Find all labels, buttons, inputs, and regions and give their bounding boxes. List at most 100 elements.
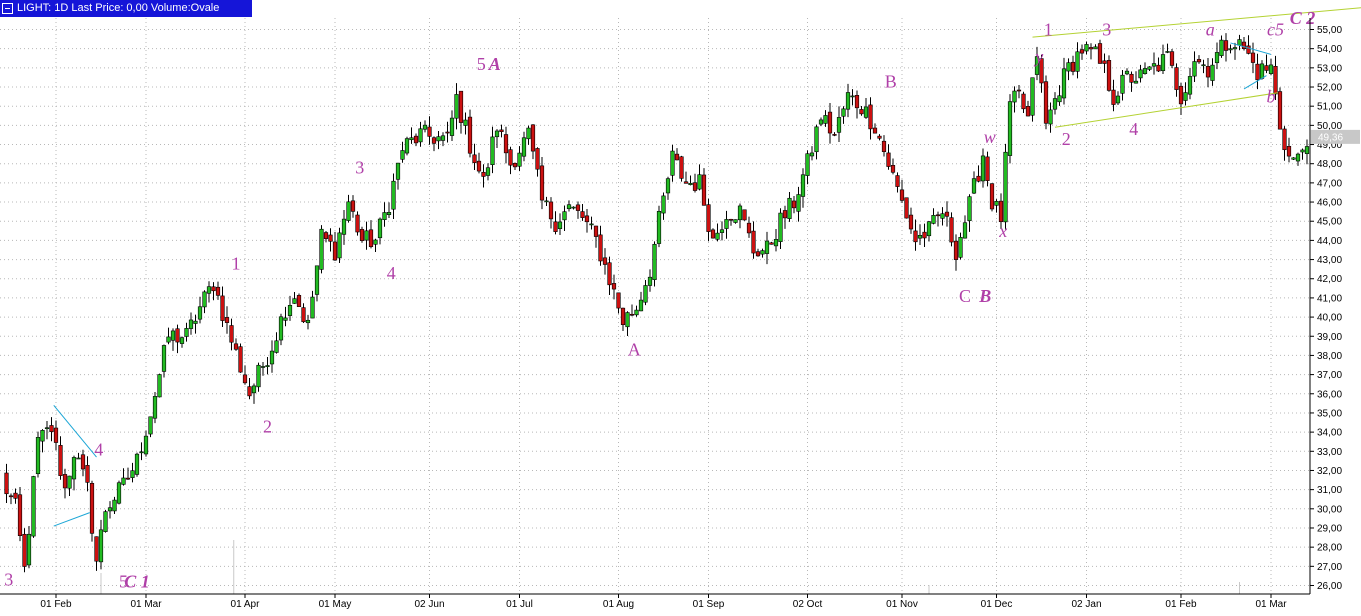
candle-body <box>36 437 40 473</box>
candle <box>1251 43 1255 73</box>
candle <box>59 436 63 480</box>
candle <box>81 450 85 477</box>
candle-body <box>140 452 144 453</box>
candle <box>36 432 40 478</box>
candle-body <box>896 176 900 187</box>
candle <box>1125 68 1129 75</box>
candle <box>797 187 801 222</box>
candle <box>401 142 405 163</box>
candle <box>473 144 477 170</box>
candle-body <box>662 196 666 213</box>
candle <box>459 91 463 134</box>
candle <box>41 429 45 452</box>
candle-body <box>369 230 373 247</box>
candle-body <box>41 430 45 441</box>
candle <box>297 294 301 307</box>
candle-body <box>477 161 481 171</box>
candle-body <box>612 283 616 289</box>
candle <box>590 217 594 230</box>
candle-body <box>581 212 585 218</box>
candle-body <box>351 201 355 212</box>
candle-body <box>212 287 216 291</box>
minimize-icon[interactable] <box>2 3 13 14</box>
candle-body <box>981 156 985 181</box>
candle-body <box>851 96 855 97</box>
candle <box>774 229 778 251</box>
candle-body <box>1229 49 1233 50</box>
candle-body <box>585 216 589 222</box>
candle-body <box>792 201 796 208</box>
trend-line[interactable] <box>1244 76 1267 89</box>
candle-body <box>1044 82 1048 124</box>
candle-body <box>860 109 864 113</box>
candle-body <box>509 150 513 166</box>
candle <box>495 129 499 148</box>
wave-label: 1 <box>232 253 241 273</box>
candle <box>1292 157 1296 160</box>
candle-body <box>536 148 540 169</box>
candle <box>360 227 364 243</box>
candle-body <box>1112 90 1116 104</box>
candle <box>878 134 882 140</box>
candle <box>576 201 580 218</box>
candle-body <box>50 425 54 431</box>
candle <box>995 199 999 212</box>
candle-body <box>657 211 661 243</box>
candle <box>594 226 598 248</box>
candle <box>581 204 585 221</box>
candle-body <box>689 183 693 184</box>
candle <box>536 147 540 176</box>
candle-body <box>603 258 607 265</box>
candle <box>450 110 454 141</box>
candle <box>432 136 436 151</box>
trend-line[interactable] <box>54 513 90 526</box>
chart-canvas[interactable]: 35C 1421345AABCBwxy1234abc5C 2 26,0027,0… <box>0 0 1361 611</box>
candle-body <box>972 179 976 194</box>
candle <box>1301 149 1305 160</box>
candle <box>1260 60 1264 79</box>
candle <box>1058 85 1062 106</box>
candle <box>410 127 414 143</box>
candle <box>1008 94 1012 163</box>
candle-body <box>284 318 288 320</box>
candle <box>855 90 859 118</box>
candle <box>171 328 175 351</box>
candle-body <box>1175 68 1179 90</box>
wave-label: 2 <box>263 416 272 436</box>
price-chart[interactable]: 35C 1421345AABCBwxy1234abc5C 2 26,0027,0… <box>0 0 1361 611</box>
y-tick-label: 31,00 <box>1317 485 1342 496</box>
candle <box>338 228 342 263</box>
candle-body <box>360 229 364 240</box>
channel-line[interactable] <box>1055 93 1278 128</box>
candle-body <box>464 120 468 125</box>
candle-body <box>734 220 738 223</box>
candle-body <box>153 396 157 418</box>
candle <box>32 476 36 538</box>
candle <box>1238 35 1242 50</box>
candle-body <box>1094 47 1098 49</box>
candle <box>104 510 108 533</box>
candle <box>455 83 459 129</box>
candle-body <box>243 375 247 383</box>
candle <box>1062 58 1066 105</box>
candle <box>968 194 972 232</box>
candle <box>45 421 49 439</box>
candle <box>599 226 603 266</box>
candle <box>1076 42 1080 78</box>
candle-body <box>216 287 220 295</box>
candle <box>302 303 306 323</box>
candle <box>261 362 265 376</box>
candle <box>977 165 981 182</box>
candle-body <box>32 476 36 536</box>
candle-body <box>410 138 414 140</box>
candle <box>14 488 18 503</box>
candle-body <box>963 223 967 238</box>
candle-body <box>1121 75 1125 93</box>
candle <box>1080 44 1084 59</box>
wave-label: b <box>1267 87 1276 107</box>
candle-body <box>414 136 418 143</box>
candle <box>275 332 279 353</box>
candle-body <box>680 157 684 179</box>
candle-body <box>1098 44 1102 64</box>
candle <box>18 487 22 541</box>
